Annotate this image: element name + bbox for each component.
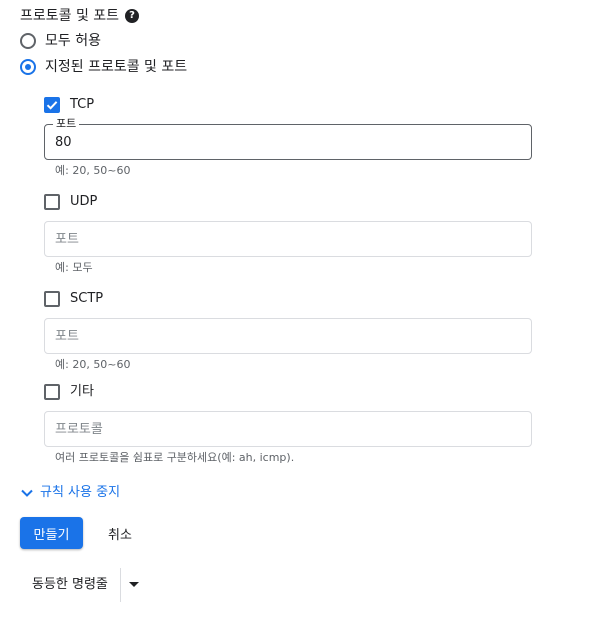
sctp-port-input[interactable] [55,319,515,353]
tcp-port-input[interactable] [55,125,515,159]
checkbox-sctp[interactable]: SCTP [44,290,103,308]
equivalent-command-button-group: 동등한 명령줄 [20,568,147,602]
other-protocol-input[interactable] [55,412,515,446]
other-protocol-field[interactable] [44,411,532,447]
radio-specified-protocols[interactable]: 지정된 프로토콜 및 포트 [20,57,187,77]
help-icon[interactable]: ? [125,9,140,23]
caret-down-icon [128,582,139,587]
sctp-port-hint: 예: 20, 50~60 [55,358,131,371]
radio-allow-all-label: 모두 허용 [45,33,101,49]
disable-rule-toggle[interactable]: 규칙 사용 중지 [20,484,120,502]
chevron-down-icon [21,489,33,497]
radio-allow-all[interactable]: 모두 허용 [20,31,101,51]
checkbox-tcp-indicator[interactable] [44,97,60,113]
udp-port-input[interactable] [55,222,515,256]
checkbox-sctp-label: SCTP [70,291,104,306]
checkbox-sctp-indicator[interactable] [44,291,60,307]
equivalent-command-button[interactable]: 동등한 명령줄 [20,568,120,602]
radio-allow-all-indicator[interactable] [20,33,36,49]
other-protocol-hint: 여러 프로토콜을 쉼표로 구분하세요(예: ah, icmp). [55,451,295,464]
udp-port-hint: 예: 모두 [55,261,93,274]
checkbox-other[interactable]: 기타 [44,383,94,401]
section-title: 프로토콜 및 포트 [20,8,120,24]
udp-port-field[interactable] [44,221,532,257]
radio-specified-label: 지정된 프로토콜 및 포트 [45,59,188,75]
checkbox-udp[interactable]: UDP [44,193,97,211]
checkbox-udp-indicator[interactable] [44,194,60,210]
cancel-button[interactable]: 취소 [96,517,144,549]
checkbox-other-label: 기타 [70,384,94,399]
create-button[interactable]: 만들기 [20,517,83,549]
protocols-ports-header: 프로토콜 및 포트 ? [20,6,140,26]
tcp-port-field[interactable]: 포트 [44,117,532,160]
dropdown-caret-icon[interactable] [121,568,147,602]
disable-rule-label: 규칙 사용 중지 [40,485,121,500]
sctp-port-field[interactable] [44,318,532,354]
radio-specified-indicator[interactable] [20,59,36,75]
checkbox-other-indicator[interactable] [44,384,60,400]
checkbox-udp-label: UDP [70,194,98,209]
checkmark-icon [46,101,58,110]
tcp-port-hint: 예: 20, 50~60 [55,164,131,177]
checkbox-tcp-label: TCP [70,97,95,112]
checkbox-tcp[interactable]: TCP [44,96,94,114]
